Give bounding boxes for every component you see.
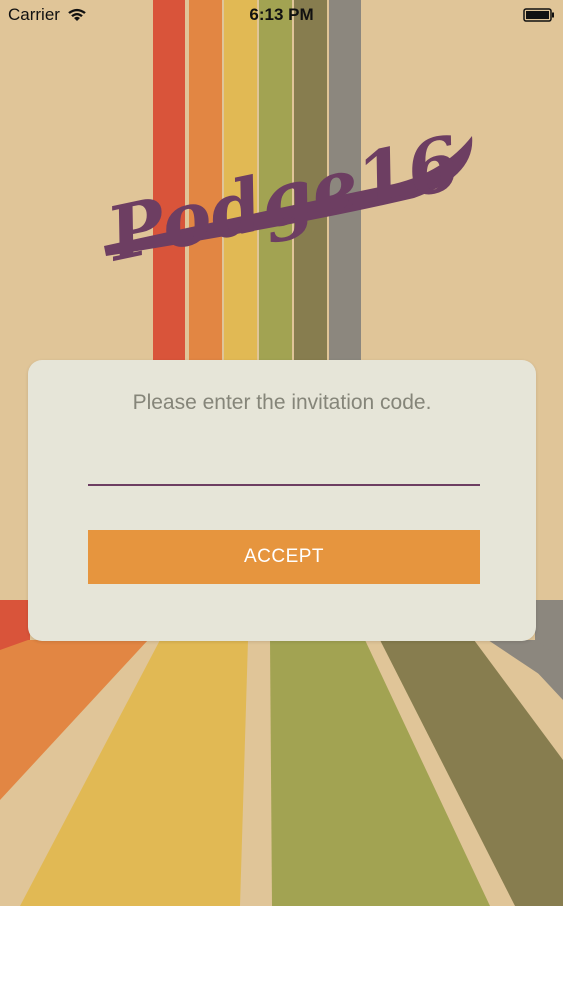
app-screen: Carrier 6:13 PM Podge16 Please enter the… [0,0,563,906]
app-logo: Podge16 [99,120,473,276]
status-bar: Carrier 6:13 PM [0,0,563,30]
battery-icon [523,8,554,22]
invitation-prompt: Please enter the invitation code. [132,391,432,414]
clock: 6:13 PM [249,5,314,24]
logo-wordmark: Podge16 [99,120,468,276]
invitation-code-input[interactable] [88,456,480,486]
accept-button[interactable]: ACCEPT [88,530,480,584]
invitation-card: Please enter the invitation code. ACCEPT [28,360,536,641]
